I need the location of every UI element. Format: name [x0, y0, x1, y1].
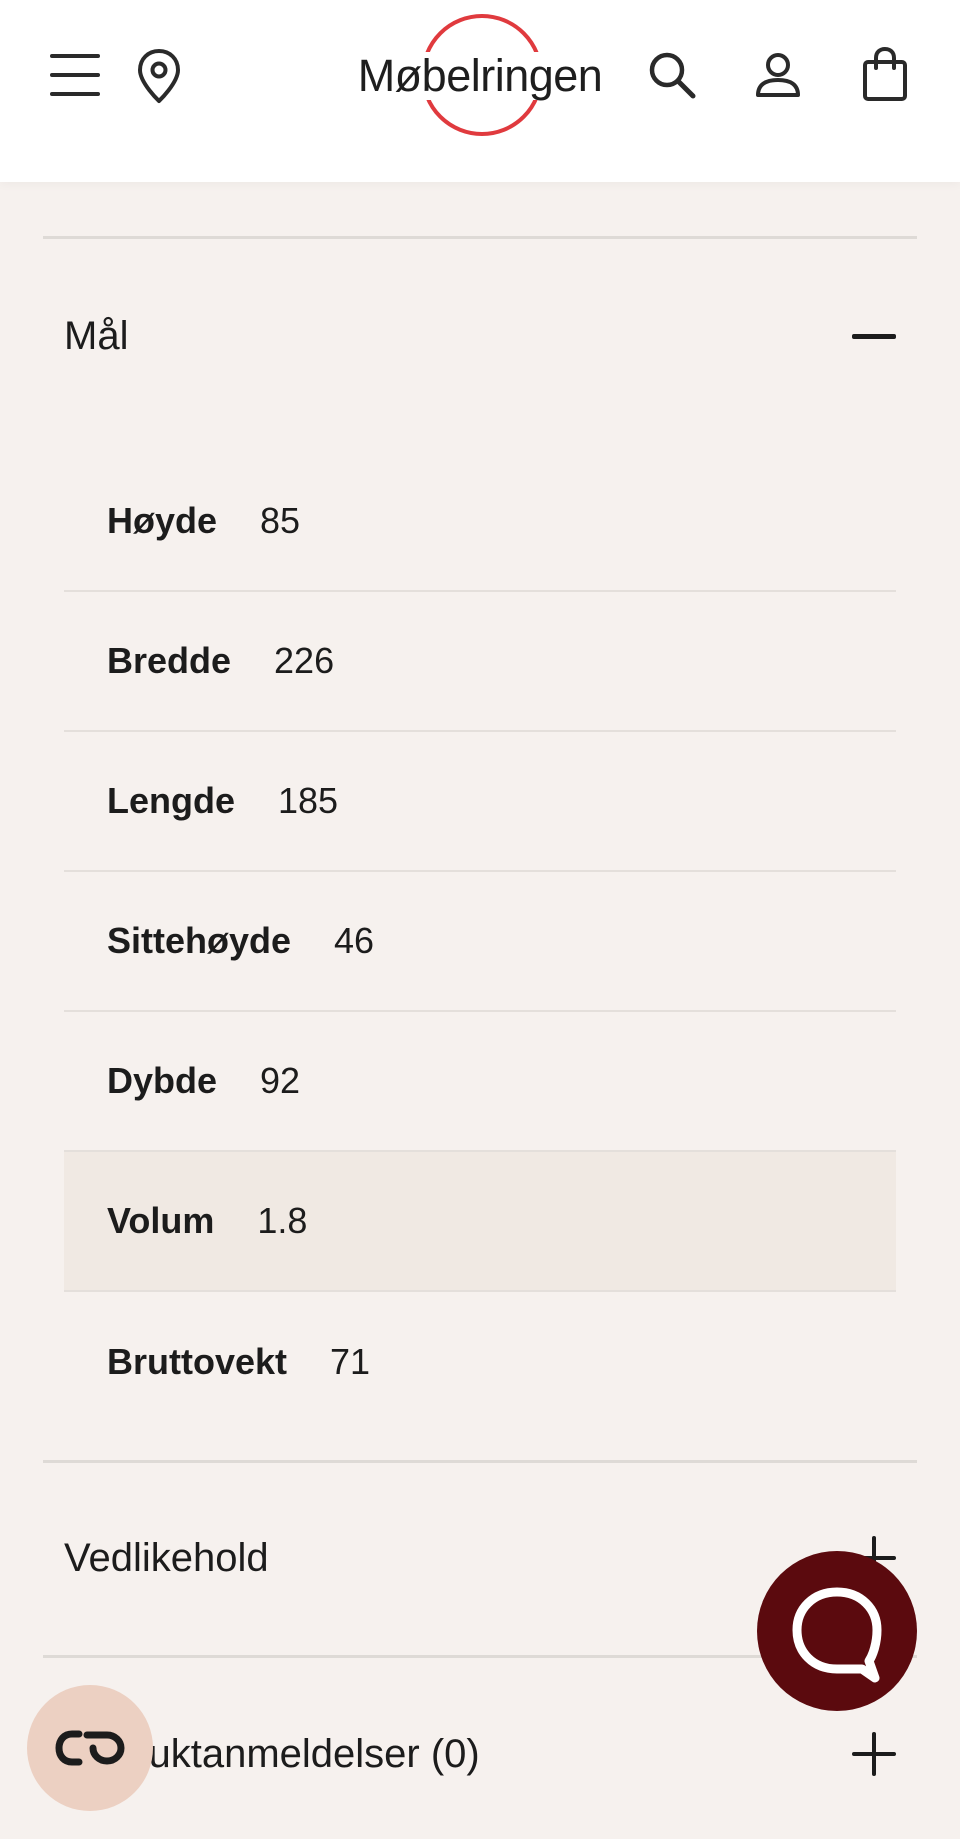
logo-text: Møbelringen: [357, 50, 603, 101]
accordion-title-maintenance: Vedlikehold: [64, 1536, 269, 1580]
spec-label: Bruttovekt: [107, 1341, 288, 1382]
section-divider: [43, 1460, 917, 1463]
spec-label: Høyde: [107, 500, 218, 541]
collapse-minus-icon: [852, 334, 896, 339]
spec-row-sittehoyde: Sittehøyde 46: [64, 872, 896, 1012]
shopping-bag-icon[interactable]: [862, 46, 908, 102]
site-header: Møbelringen: [0, 0, 960, 182]
spec-value: 71: [330, 1341, 371, 1382]
spec-row-bredde: Bredde 226: [64, 592, 896, 732]
dimensions-table: Høyde 85 Bredde 226 Lengde 185 Sittehøyd…: [64, 452, 896, 1432]
accessibility-toggle-icon: [55, 1730, 125, 1766]
spec-value: 85: [260, 500, 301, 541]
spec-row-bruttovekt: Bruttovekt 71: [64, 1292, 896, 1432]
accordion-header-dimensions[interactable]: Mål: [64, 308, 896, 364]
spec-label: Lengde: [107, 780, 236, 821]
site-logo[interactable]: Møbelringen: [345, 8, 615, 144]
accordion-header-reviews[interactable]: Produktanmeldelser (0): [64, 1726, 896, 1782]
expand-plus-icon: [852, 1732, 896, 1776]
spec-label: Bredde: [107, 640, 232, 681]
spec-value: 226: [274, 640, 335, 681]
spec-value: 46: [334, 920, 375, 961]
spec-value: 1.8: [257, 1200, 308, 1241]
accessibility-button[interactable]: [27, 1685, 153, 1811]
spec-label: Sittehøyde: [107, 920, 292, 961]
search-icon[interactable]: [647, 50, 697, 100]
spec-value: 92: [260, 1060, 301, 1101]
accordion-title-dimensions: Mål: [64, 314, 129, 358]
spec-value: 185: [278, 780, 339, 821]
spec-label: Volum: [107, 1200, 215, 1241]
user-icon[interactable]: [755, 52, 801, 98]
spec-label: Dybde: [107, 1060, 218, 1101]
spec-row-hoyde: Høyde 85: [64, 452, 896, 592]
chat-bubble-icon: [792, 1587, 882, 1683]
spec-row-dybde: Dybde 92: [64, 1012, 896, 1152]
spec-row-volum: Volum 1.8: [64, 1152, 896, 1292]
hamburger-menu-icon[interactable]: [50, 52, 100, 98]
chat-button[interactable]: [757, 1551, 917, 1711]
spec-row-lengde: Lengde 185: [64, 732, 896, 872]
map-pin-icon[interactable]: [136, 48, 182, 104]
section-divider: [43, 236, 917, 239]
